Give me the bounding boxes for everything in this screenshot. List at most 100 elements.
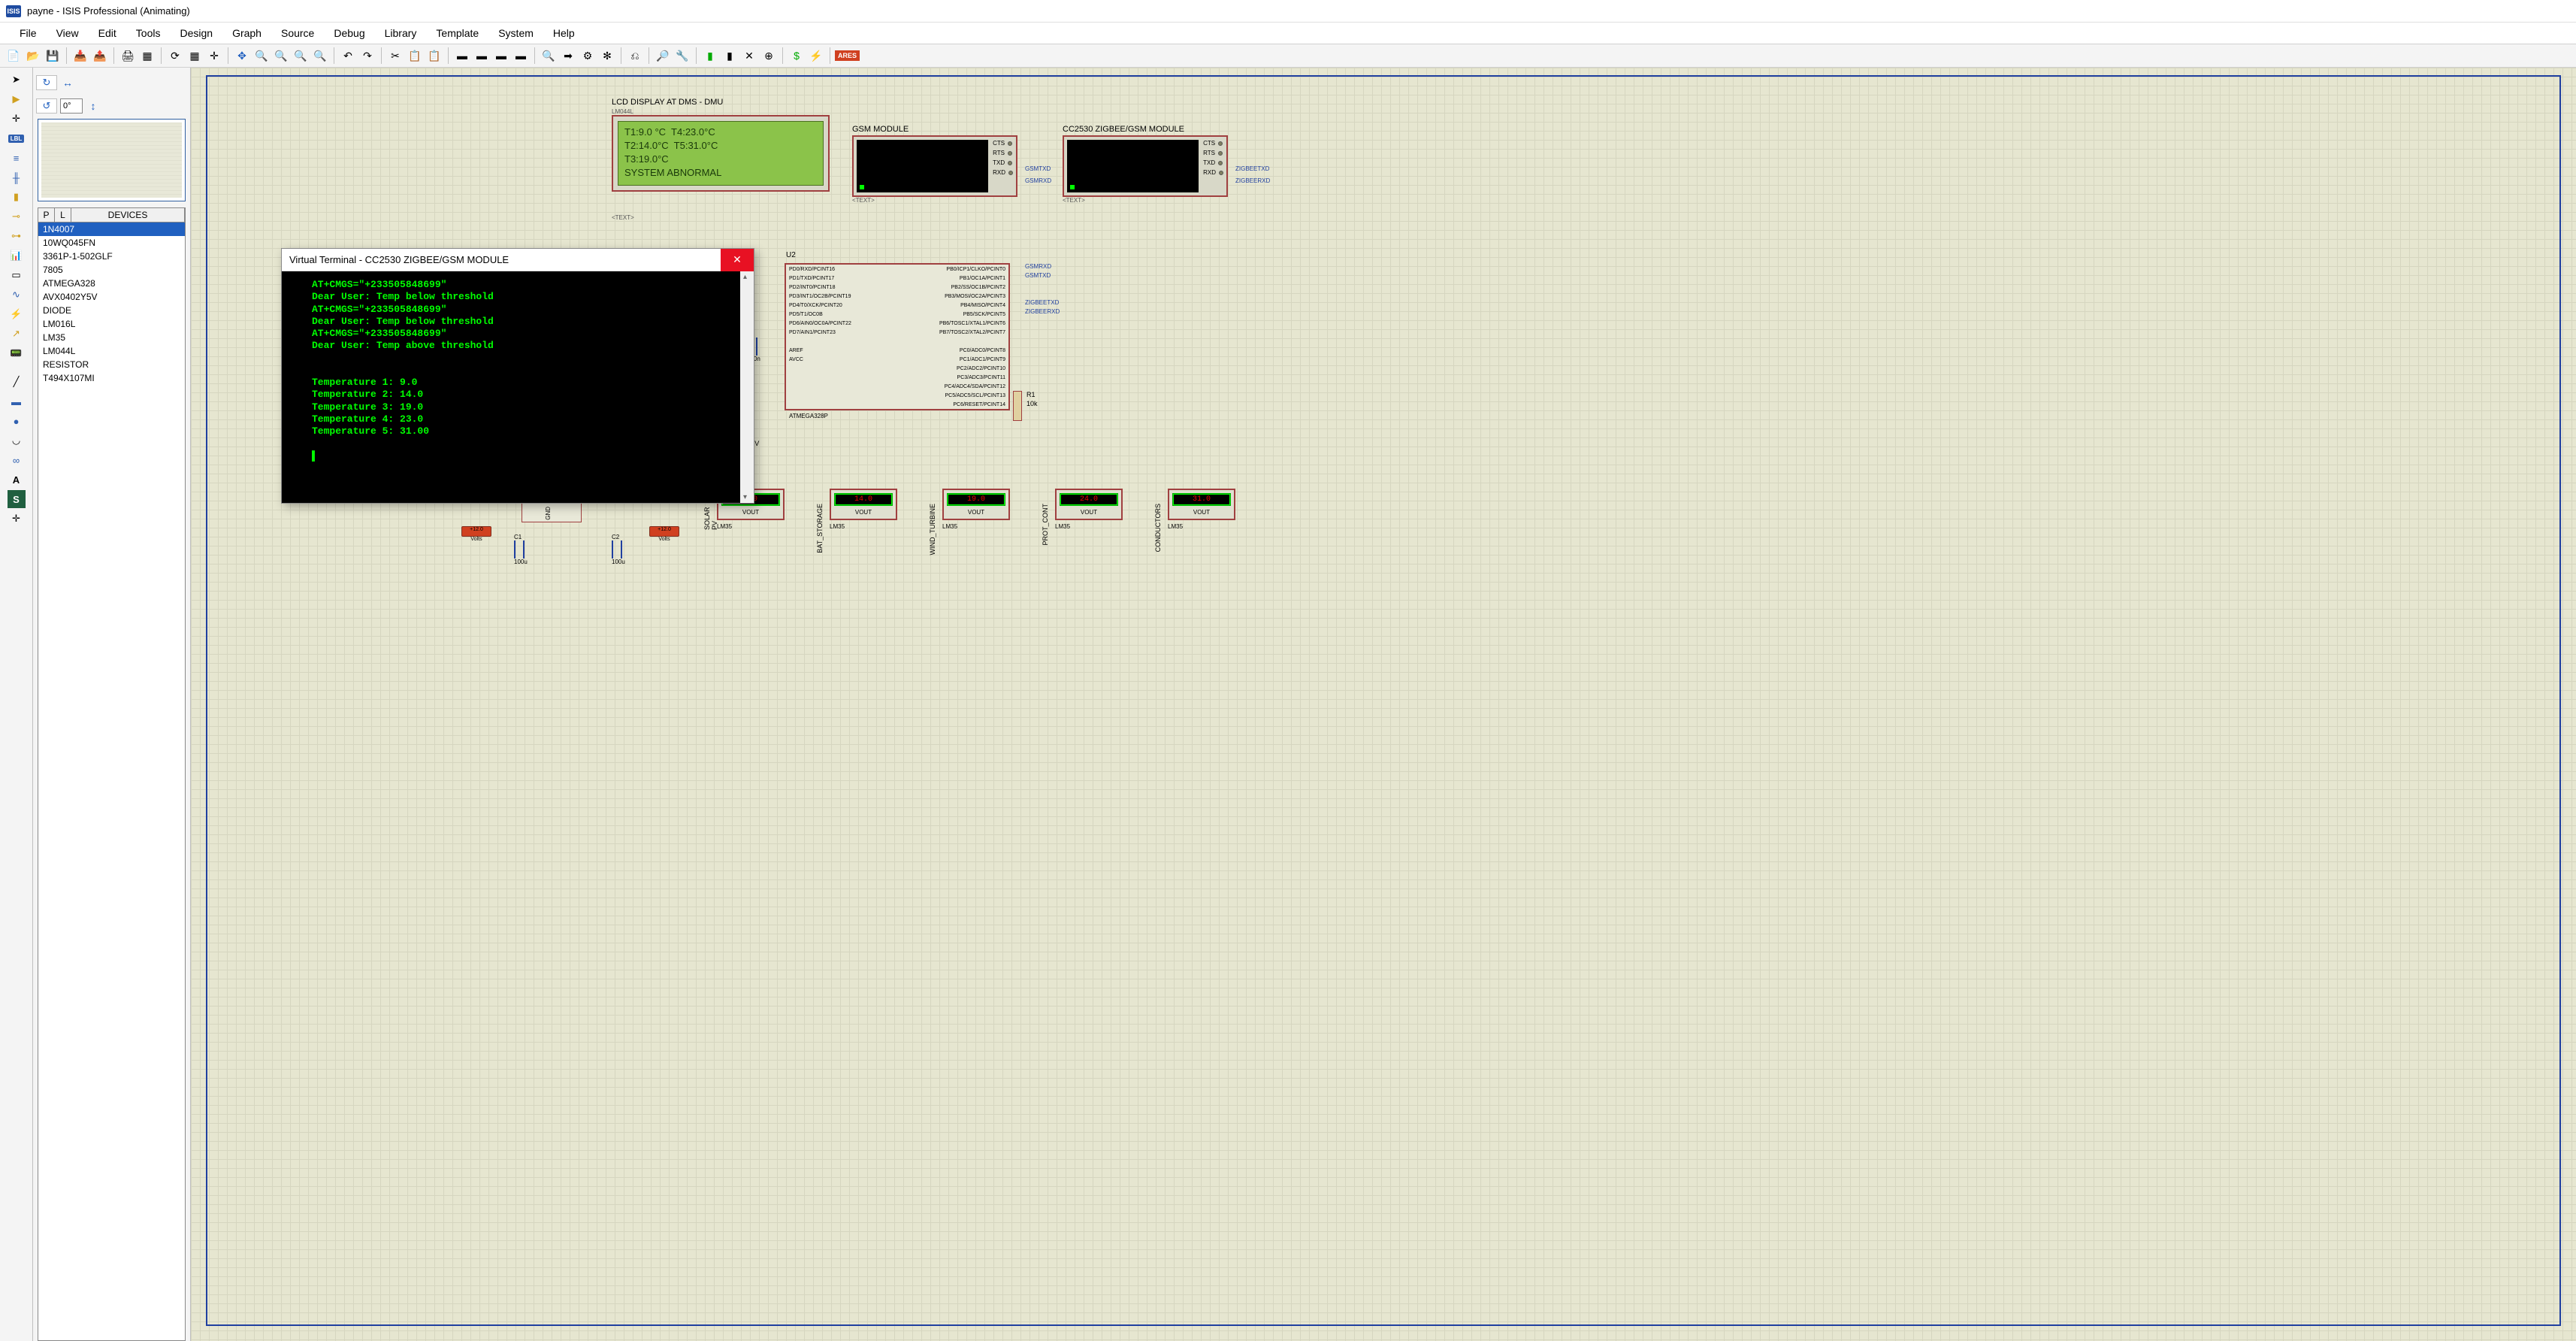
- device-item[interactable]: LM35: [38, 331, 185, 344]
- rotation-angle-field[interactable]: 0°: [60, 98, 83, 114]
- copy-icon[interactable]: 📋: [406, 47, 424, 65]
- battery-2[interactable]: +12.0 Volts: [649, 526, 679, 541]
- bus-tool-icon[interactable]: ╫: [8, 168, 26, 186]
- device-item[interactable]: ATMEGA328: [38, 277, 185, 290]
- text-script-tool-icon[interactable]: ≡: [8, 149, 26, 167]
- exit-sheet-icon[interactable]: ✕: [740, 47, 758, 65]
- device-header-p[interactable]: P: [38, 208, 55, 222]
- device-list[interactable]: 1N4007 10WQ045FN 3361P-1-502GLF 7805 ATM…: [38, 222, 186, 1341]
- zoom-area-icon[interactable]: 🔍: [311, 47, 329, 65]
- flip-horizontal-icon[interactable]: ↔: [60, 75, 75, 90]
- lcd-component[interactable]: LCD DISPLAY AT DMS - DMU LM044L T1:9.0 °…: [612, 98, 830, 198]
- menu-tools[interactable]: Tools: [127, 24, 170, 42]
- device-item[interactable]: LM016L: [38, 317, 185, 331]
- zoom-in-icon[interactable]: 🔍: [252, 47, 271, 65]
- menu-system[interactable]: System: [489, 24, 543, 42]
- virtual-instrument-icon[interactable]: 📟: [8, 344, 26, 362]
- device-header-l[interactable]: L: [55, 208, 71, 222]
- block-rotate-icon[interactable]: ▬: [492, 47, 510, 65]
- packaging-icon[interactable]: ⚙: [579, 47, 597, 65]
- import-icon[interactable]: 📥: [71, 47, 89, 65]
- device-item[interactable]: 3361P-1-502GLF: [38, 250, 185, 263]
- device-item[interactable]: 1N4007: [38, 222, 185, 236]
- path-tool-icon[interactable]: ∞: [8, 451, 26, 469]
- print-icon[interactable]: 🖨: [119, 47, 137, 65]
- device-item[interactable]: RESISTOR: [38, 358, 185, 371]
- paste-icon[interactable]: 📋: [425, 47, 443, 65]
- circle-tool-icon[interactable]: ●: [8, 412, 26, 430]
- generator-tool-icon[interactable]: ∿: [8, 286, 26, 304]
- zoom-all-icon[interactable]: 🔍: [292, 47, 310, 65]
- sensor-module[interactable]: WIND_TURBINE 19.0 VOUT LM35: [942, 489, 1010, 530]
- terminal-scrollbar[interactable]: [740, 271, 754, 503]
- label-tool-icon[interactable]: LBL: [8, 129, 26, 147]
- terminal-tool-icon[interactable]: ⊸: [8, 207, 26, 226]
- undo-icon[interactable]: ↶: [339, 47, 357, 65]
- zigbee-module[interactable]: CC2530 ZIGBEE/GSM MODULE CTS RTS TXD RXD…: [1063, 125, 1228, 197]
- print-area-icon[interactable]: ▦: [138, 47, 156, 65]
- overview-pane[interactable]: [38, 119, 186, 201]
- make-device-icon[interactable]: ➡: [559, 47, 577, 65]
- sensor-module[interactable]: CONDUCTORS 31.0 VOUT LM35: [1168, 489, 1235, 530]
- virtual-terminal-window[interactable]: Virtual Terminal - CC2530 ZIGBEE/GSM MOD…: [281, 248, 754, 504]
- device-item[interactable]: T494X107MI: [38, 371, 185, 385]
- menu-file[interactable]: File: [11, 24, 46, 42]
- device-item[interactable]: AVX0402Y5V: [38, 290, 185, 304]
- menu-view[interactable]: View: [47, 24, 88, 42]
- wire-autoroute-icon[interactable]: ⎌: [626, 47, 644, 65]
- ares-button[interactable]: ARES: [835, 50, 860, 61]
- rotate-cw-icon[interactable]: ↻: [36, 75, 57, 90]
- block-copy-icon[interactable]: ▬: [453, 47, 471, 65]
- refresh-icon[interactable]: ⟳: [166, 47, 184, 65]
- menu-edit[interactable]: Edit: [89, 24, 125, 42]
- open-file-icon[interactable]: 📂: [24, 47, 42, 65]
- tape-tool-icon[interactable]: ▭: [8, 266, 26, 284]
- junction-tool-icon[interactable]: ✛: [8, 110, 26, 128]
- flip-vertical-icon[interactable]: ↕: [86, 98, 101, 114]
- menu-source[interactable]: Source: [272, 24, 323, 42]
- resistor-r1[interactable]: R1 10k: [1010, 391, 1025, 436]
- schematic-canvas[interactable]: LCD DISPLAY AT DMS - DMU LM044L T1:9.0 °…: [191, 68, 2576, 1341]
- erc-icon[interactable]: ⚡: [807, 47, 825, 65]
- redo-icon[interactable]: ↷: [358, 47, 376, 65]
- pin-tool-icon[interactable]: ⊶: [8, 227, 26, 245]
- component-tool-icon[interactable]: ▶: [8, 90, 26, 108]
- zoom-out-icon[interactable]: 🔍: [272, 47, 290, 65]
- block-delete-icon[interactable]: ▬: [512, 47, 530, 65]
- selection-tool-icon[interactable]: ➤: [8, 71, 26, 89]
- decompose-icon[interactable]: ✻: [598, 47, 616, 65]
- search-icon[interactable]: 🔎: [654, 47, 672, 65]
- rotate-ccw-icon[interactable]: ↺: [36, 98, 57, 114]
- device-item[interactable]: LM044L: [38, 344, 185, 358]
- box-tool-icon[interactable]: ▬: [8, 392, 26, 410]
- device-item[interactable]: DIODE: [38, 304, 185, 317]
- menu-graph[interactable]: Graph: [223, 24, 271, 42]
- new-sheet-icon[interactable]: ▮: [701, 47, 719, 65]
- battery-1[interactable]: +12.0 Volts: [461, 526, 491, 541]
- gsm-module[interactable]: GSM MODULE CTS RTS TXD RXD GSMTXD GSMRXD…: [852, 125, 1017, 197]
- pick-icon[interactable]: 🔍: [540, 47, 558, 65]
- arc-tool-icon[interactable]: ◡: [8, 431, 26, 450]
- mcu-component[interactable]: U2 PD0/RXD/PCINT16PB0/ICP1/CLKO/PCINT0PD…: [785, 263, 1010, 410]
- origin-icon[interactable]: ✛: [205, 47, 223, 65]
- close-icon[interactable]: ✕: [721, 249, 754, 271]
- export-icon[interactable]: 📤: [91, 47, 109, 65]
- menu-template[interactable]: Template: [427, 24, 488, 42]
- line-tool-icon[interactable]: ╱: [8, 373, 26, 391]
- marker-tool-icon[interactable]: ✛: [8, 510, 26, 528]
- property-icon[interactable]: 🔧: [673, 47, 691, 65]
- menu-debug[interactable]: Debug: [325, 24, 373, 42]
- zoom-sheet-icon[interactable]: ⊕: [760, 47, 778, 65]
- subcircuit-tool-icon[interactable]: ▮: [8, 188, 26, 206]
- voltage-probe-icon[interactable]: ⚡: [8, 305, 26, 323]
- save-icon[interactable]: 💾: [44, 47, 62, 65]
- remove-sheet-icon[interactable]: ▮: [721, 47, 739, 65]
- text-tool-icon[interactable]: A: [8, 471, 26, 489]
- bom-icon[interactable]: $: [788, 47, 806, 65]
- capacitor-c2[interactable]: C2 100u: [612, 534, 625, 565]
- current-probe-icon[interactable]: ↗: [8, 325, 26, 343]
- graph-tool-icon[interactable]: 📊: [8, 247, 26, 265]
- menu-design[interactable]: Design: [171, 24, 222, 42]
- sensor-module[interactable]: BAT_STORAGE 14.0 VOUT LM35: [830, 489, 897, 530]
- block-move-icon[interactable]: ▬: [473, 47, 491, 65]
